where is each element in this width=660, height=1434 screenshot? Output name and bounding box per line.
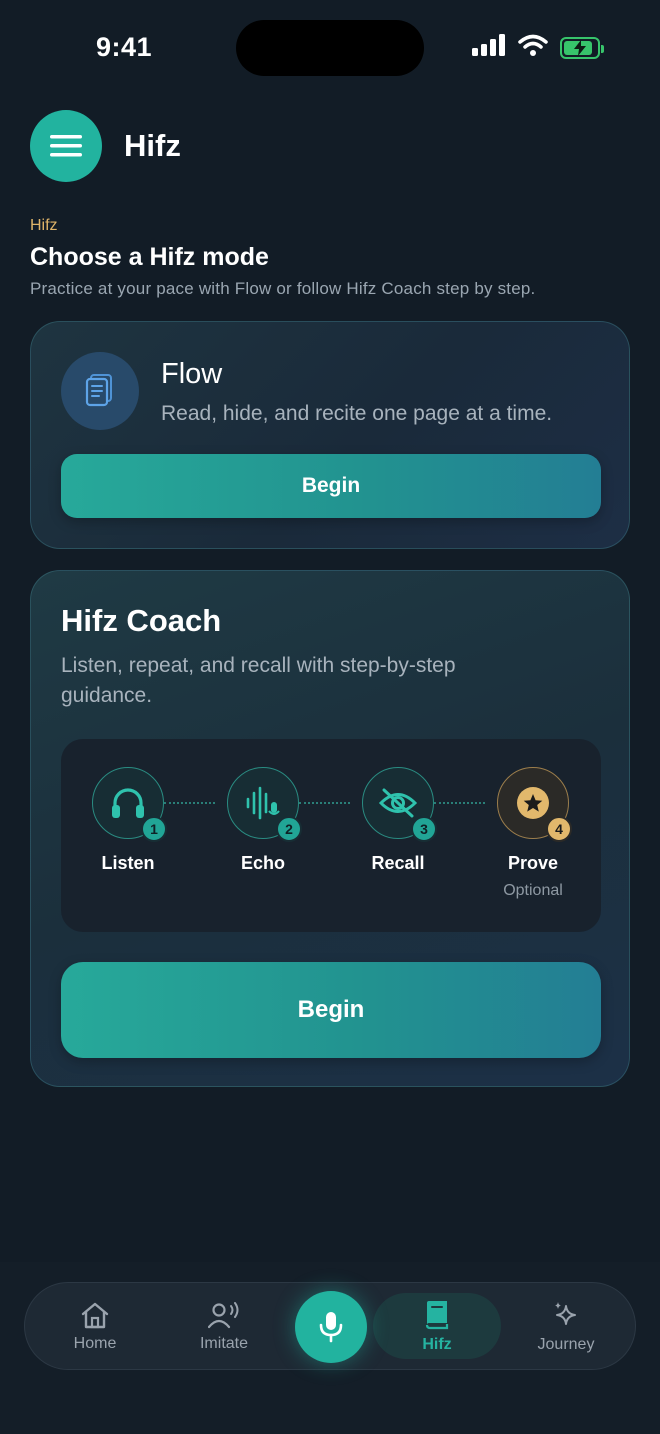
home-icon: [81, 1302, 109, 1329]
flow-begin-button[interactable]: Begin: [61, 454, 601, 518]
step-label: Listen: [101, 853, 155, 873]
nav-item-hifz[interactable]: Hifz: [377, 1283, 497, 1371]
step-listen: 1 Listen: [68, 767, 188, 874]
step-number-badge: 2: [276, 816, 302, 842]
status-icons: [472, 34, 604, 61]
step-prove: 4 Prove Optional: [473, 767, 593, 900]
book-icon: [425, 1301, 449, 1330]
sparkle-icon: [555, 1302, 576, 1325]
nav-item-home[interactable]: Home: [35, 1283, 155, 1371]
coach-title: Hifz Coach: [61, 603, 222, 638]
flow-title: Flow: [161, 358, 223, 390]
nav-label: Home: [73, 1335, 117, 1352]
step-circle: 3: [362, 767, 437, 842]
status-time: 9:41: [96, 32, 153, 62]
page-heading: Choose a Hifz mode: [30, 243, 269, 271]
step-label: Echo: [240, 853, 285, 873]
step-circle: 4: [497, 767, 572, 842]
page-subtitle: Practice at your pace with Flow or follo…: [30, 279, 536, 298]
waveform-icon: [246, 786, 280, 820]
dynamic-island: [236, 20, 424, 76]
nav-item-imitate[interactable]: Imitate: [164, 1283, 284, 1371]
nav-label: Hifz: [422, 1336, 452, 1353]
step-label: Prove: [507, 853, 559, 873]
section-eyebrow: Hifz: [30, 217, 58, 234]
menu-button[interactable]: [30, 110, 102, 182]
coach-begin-button[interactable]: Begin: [61, 962, 601, 1058]
app-header: Hifz: [30, 110, 181, 182]
battery-icon: [560, 36, 604, 59]
hifz-coach-card: Hifz Coach Listen, repeat, and recall wi…: [30, 570, 630, 1087]
step-circle: 2: [227, 767, 302, 842]
headphones-icon: [112, 788, 144, 818]
nav-label: Imitate: [199, 1335, 248, 1352]
record-mic-button[interactable]: [295, 1291, 367, 1363]
microphone-icon: [319, 1312, 343, 1343]
hamburger-icon: [50, 135, 82, 157]
bottom-nav-bar: Home Imitate Hifz Journey: [24, 1282, 636, 1370]
step-echo: 2 Echo: [203, 767, 323, 874]
eye-off-icon: [379, 788, 417, 818]
step-number-badge: 1: [141, 816, 167, 842]
coach-steps-panel: 1 Listen 2 Echo 3 Recall 4 Prove Optiona…: [61, 739, 601, 932]
step-sublabel: Optional: [503, 882, 563, 899]
header-title: Hifz: [124, 128, 181, 163]
nav-item-journey[interactable]: Journey: [506, 1283, 626, 1371]
cellular-signal-icon: [472, 34, 506, 61]
flow-card: Flow Read, hide, and recite one page at …: [30, 321, 630, 549]
wifi-icon: [518, 34, 548, 61]
nav-label: Journey: [537, 1336, 595, 1353]
star-icon: [517, 787, 549, 819]
step-recall: 3 Recall: [338, 767, 458, 874]
bottom-nav-area: Home Imitate Hifz Journey: [0, 1262, 660, 1434]
step-circle: 1: [92, 767, 167, 842]
speaking-person-icon: [208, 1302, 239, 1329]
status-bar: 9:41: [0, 0, 660, 96]
step-number-badge: 4: [546, 816, 572, 842]
document-icon: [61, 352, 139, 430]
flow-description: Read, hide, and recite one page at a tim…: [161, 402, 553, 425]
coach-description: Listen, repeat, and recall with step-by-…: [61, 654, 456, 707]
step-number-badge: 3: [411, 816, 437, 842]
step-label: Recall: [371, 853, 425, 873]
